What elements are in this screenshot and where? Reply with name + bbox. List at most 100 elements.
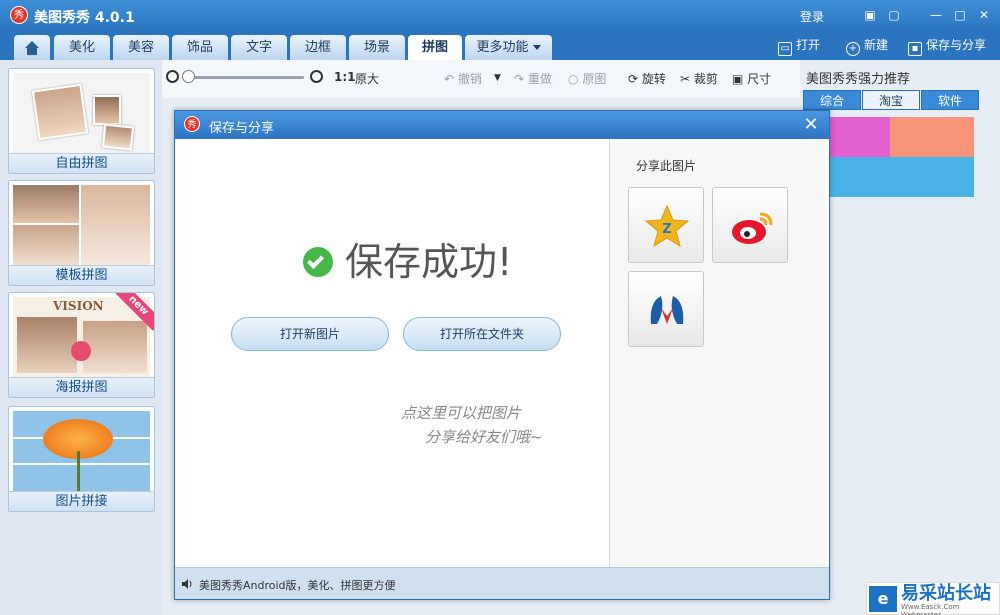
free-collage-card[interactable]: 自由拼图 xyxy=(8,68,155,174)
image-stitch-card[interactable]: 图片拼接 xyxy=(8,406,155,512)
maximize-icon[interactable]: □ xyxy=(952,7,968,23)
save-share-dialog: 秀 保存与分享 ✕ 保存成功! 打开新图片 打开所在文件夹 点这里可以把图片 分… xyxy=(174,110,830,600)
tab-face[interactable]: 美容 xyxy=(113,35,169,60)
redo-button[interactable]: ↷ 重做 xyxy=(514,70,552,87)
skin-icon[interactable]: ▢ xyxy=(886,7,902,23)
dialog-title: 保存与分享 xyxy=(209,121,275,136)
save-result-area: 保存成功! 打开新图片 打开所在文件夹 点这里可以把图片 分享给好友们哦~ xyxy=(179,139,609,569)
poster-collage-label: 海报拼图 xyxy=(9,377,154,397)
open-label: 打开 xyxy=(796,38,821,52)
recommend-panel: 美图秀秀强力推荐 综合 淘宝 软件 xyxy=(800,60,1000,615)
original-button[interactable]: ○ 原图 xyxy=(568,70,606,87)
circle-icon: ○ xyxy=(568,72,579,86)
message-icon[interactable]: ▣ xyxy=(862,7,878,23)
recommend-banner[interactable] xyxy=(830,157,974,197)
rec-tab-taobao[interactable]: 淘宝 xyxy=(862,90,920,110)
collage-mode-panel: 自由拼图 模板拼图 VISION new 海报拼图 图片拼接 xyxy=(0,60,162,615)
size-button[interactable]: ▣ 尺寸 xyxy=(732,70,771,87)
resize-icon: ▣ xyxy=(732,72,744,86)
dialog-logo-icon: 秀 xyxy=(184,116,200,132)
dialog-footer: 美图秀秀Android版，美化、拼图更方便 xyxy=(175,567,829,599)
template-collage-label: 模板拼图 xyxy=(9,265,154,285)
undo-label: 撤销 xyxy=(457,72,482,86)
original-label: 原图 xyxy=(582,72,607,86)
tab-scene[interactable]: 场景 xyxy=(349,35,405,60)
zoom-out-icon[interactable] xyxy=(166,70,179,83)
recommend-banner[interactable] xyxy=(830,117,890,157)
success-text: 保存成功! xyxy=(345,240,513,284)
title-bar: 秀 美图秀秀 4.0.1 登录 ▣ ▢ — □ ✕ xyxy=(0,0,1000,32)
open-folder-button[interactable]: 打开所在文件夹 xyxy=(403,317,561,351)
login-link[interactable]: 登录 xyxy=(800,8,824,25)
ratio-label[interactable]: 1:1 xyxy=(334,70,356,84)
rotate-icon: ⟳ xyxy=(628,72,639,86)
tab-collage[interactable]: 拼图 xyxy=(408,35,462,60)
scissors-icon: ✂ xyxy=(680,72,691,86)
image-stitch-thumbnail xyxy=(13,411,150,491)
tab-decor[interactable]: 饰品 xyxy=(172,35,228,60)
template-collage-thumbnail xyxy=(13,185,150,265)
open-button[interactable]: ▭ 打开 xyxy=(778,36,821,56)
undo-history-icon[interactable]: ▼ xyxy=(494,73,501,83)
tab-text[interactable]: 文字 xyxy=(231,35,287,60)
recommend-banner[interactable] xyxy=(890,117,974,157)
rec-tab-general[interactable]: 综合 xyxy=(803,90,861,110)
plus-icon: + xyxy=(846,42,860,56)
save-share-label: 保存与分享 xyxy=(926,38,987,52)
zoom-in-icon[interactable] xyxy=(310,70,323,83)
free-collage-thumbnail xyxy=(13,73,150,153)
redo-icon: ↷ xyxy=(514,72,525,86)
undo-icon: ↶ xyxy=(444,72,455,86)
original-size-button[interactable]: 原大 xyxy=(355,70,379,87)
share-weibo-button[interactable] xyxy=(712,187,788,263)
template-collage-card[interactable]: 模板拼图 xyxy=(8,180,155,286)
folder-icon: ▭ xyxy=(778,42,792,56)
watermark-sub: Www.Easck.Com Webmaster xyxy=(901,603,960,615)
share-hint-line2: 分享给好友们哦~ xyxy=(425,428,543,446)
share-panel: 分享此图片 Z xyxy=(610,139,825,569)
close-icon[interactable]: ✕ xyxy=(801,114,821,135)
check-circle-icon xyxy=(303,247,333,277)
tab-more-label: 更多功能 xyxy=(476,40,529,55)
share-hint: 点这里可以把图片 分享给好友们哦~ xyxy=(401,401,543,449)
new-label: 新建 xyxy=(864,38,889,52)
tab-border[interactable]: 边框 xyxy=(290,35,346,60)
size-label: 尺寸 xyxy=(747,72,772,86)
share-qzone-button[interactable]: Z xyxy=(628,187,704,263)
share-hint-line1: 点这里可以把图片 xyxy=(401,404,522,422)
zoom-slider-track[interactable] xyxy=(186,76,304,79)
share-title: 分享此图片 xyxy=(636,159,697,173)
edit-toolbar: 1:1 原大 ↶ 撤销 ▼ ↷ 重做 ○ 原图 ⟳ 旋转 ✂ 裁剪 ▣ 尺寸 xyxy=(162,60,800,98)
tab-home[interactable] xyxy=(14,35,50,60)
image-stitch-label: 图片拼接 xyxy=(9,491,154,511)
footer-promo-link[interactable]: 美图秀秀Android版，美化、拼图更方便 xyxy=(199,577,396,593)
tab-beautify[interactable]: 美化 xyxy=(54,35,110,60)
new-button[interactable]: + 新建 xyxy=(846,36,889,56)
app-logo-icon: 秀 xyxy=(10,6,28,24)
close-window-icon[interactable]: ✕ xyxy=(976,7,992,23)
rotate-button[interactable]: ⟳ 旋转 xyxy=(628,70,666,87)
minimize-icon[interactable]: — xyxy=(928,7,944,23)
watermark: e 易采站长站 Www.Easck.Com Webmaster xyxy=(866,582,1000,615)
poster-collage-card[interactable]: VISION new 海报拼图 xyxy=(8,292,155,398)
free-collage-label: 自由拼图 xyxy=(9,153,154,173)
rec-tab-software[interactable]: 软件 xyxy=(921,90,979,110)
open-new-image-button[interactable]: 打开新图片 xyxy=(231,317,389,351)
watermark-logo: e xyxy=(869,586,897,612)
renren-icon xyxy=(650,296,684,324)
zoom-slider-handle[interactable] xyxy=(182,70,195,83)
save-share-button[interactable]: ▪ 保存与分享 xyxy=(908,36,987,56)
qzone-star-icon: Z xyxy=(644,204,690,248)
redo-label: 重做 xyxy=(527,72,552,86)
dialog-title-bar: 秀 保存与分享 ✕ xyxy=(175,111,829,139)
svg-text:Z: Z xyxy=(662,222,671,237)
tab-more-features[interactable]: 更多功能 xyxy=(465,35,552,60)
share-renren-button[interactable] xyxy=(628,271,704,347)
rotate-label: 旋转 xyxy=(641,72,666,86)
watermark-text: 易采站长站 xyxy=(901,583,991,604)
crop-button[interactable]: ✂ 裁剪 xyxy=(680,70,718,87)
app-title: 美图秀秀 4.0.1 xyxy=(34,10,135,26)
home-icon xyxy=(25,41,39,48)
undo-button[interactable]: ↶ 撤销 xyxy=(444,70,482,87)
weibo-icon xyxy=(732,212,773,244)
